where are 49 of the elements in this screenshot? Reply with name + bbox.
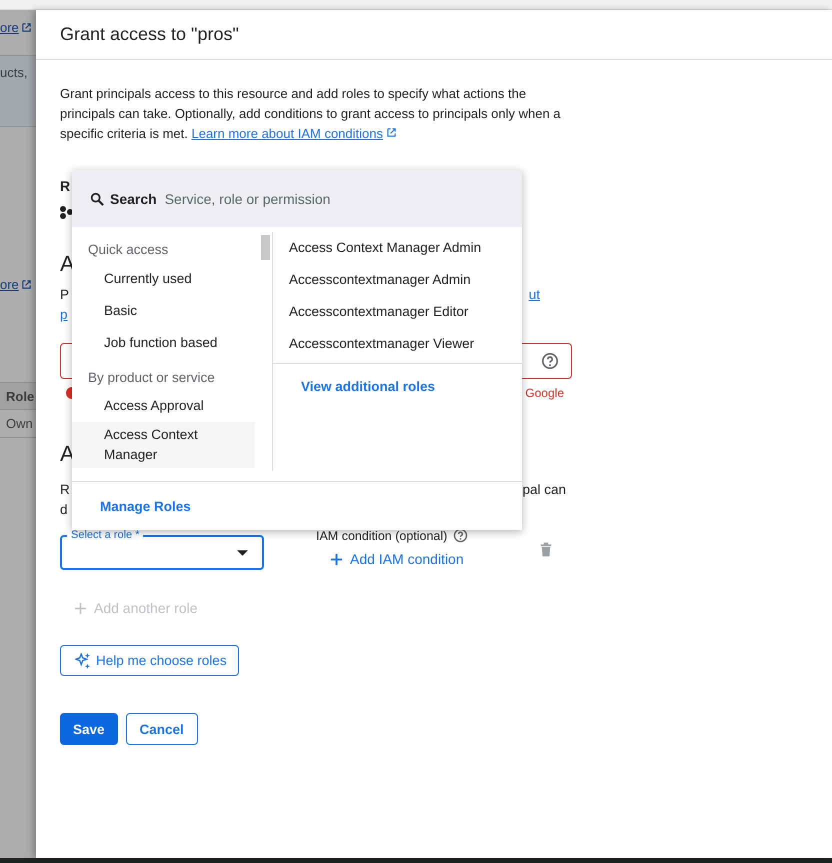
category-heading: By product or service bbox=[87, 369, 216, 387]
people-icon bbox=[60, 206, 73, 219]
external-link-icon bbox=[386, 127, 397, 138]
external-link-icon bbox=[20, 279, 32, 290]
error-text: Google bbox=[525, 385, 564, 402]
condition-label: IAM condition (optional) bbox=[316, 528, 448, 542]
role-option[interactable]: Accesscontextmanager Admin bbox=[273, 264, 522, 296]
category-item[interactable]: Currently used bbox=[72, 263, 255, 295]
learn-more-link[interactable]: ore bbox=[0, 20, 32, 35]
external-link-icon bbox=[20, 22, 32, 33]
description-text: ucts, bbox=[0, 65, 28, 80]
delete-icon[interactable] bbox=[540, 542, 552, 557]
section-text: P bbox=[60, 286, 70, 304]
help-icon[interactable] bbox=[541, 352, 559, 370]
help-choose-roles-button[interactable]: Help me choose roles bbox=[60, 645, 239, 676]
plus-icon bbox=[330, 552, 343, 566]
help-icon[interactable] bbox=[453, 528, 468, 543]
role-option[interactable]: Accesscontextmanager Viewer bbox=[273, 328, 522, 360]
description-text: Grant principals access to this resource and add roles to specify what actions the principals can take. Optionally, add conditions to grant access to principals only when a specific criteria is met. Learn more about IAM conditions bbox=[60, 85, 562, 143]
category-item[interactable]: Access Approval bbox=[72, 390, 255, 422]
text-link[interactable]: ut bbox=[528, 285, 540, 305]
section-text: R bbox=[60, 481, 70, 499]
category-item[interactable]: Job function based bbox=[72, 327, 255, 359]
text-link[interactable]: p bbox=[60, 305, 68, 325]
save-button[interactable]: Save bbox=[60, 713, 118, 745]
learn-more-link[interactable]: Learn more about IAM conditions bbox=[191, 126, 397, 141]
search-icon bbox=[90, 192, 104, 206]
cancel-button[interactable]: Cancel bbox=[126, 713, 198, 745]
manage-roles-link[interactable]: Manage Roles bbox=[100, 499, 191, 514]
plus-icon bbox=[74, 602, 87, 614]
add-condition-button[interactable]: Add IAM condition bbox=[330, 551, 464, 567]
role-option[interactable]: Accesscontextmanager Editor bbox=[273, 296, 522, 328]
search-bar: Search Service, role or permission bbox=[72, 170, 522, 227]
section-text: d bbox=[60, 501, 68, 519]
column-header: Role bbox=[6, 389, 34, 404]
section-label: R bbox=[60, 178, 72, 194]
search-field[interactable]: Service, role or permission bbox=[164, 190, 522, 206]
view-additional-roles-link[interactable]: View additional roles bbox=[301, 379, 436, 394]
table-cell: Own bbox=[6, 416, 33, 431]
category-item[interactable]: Basic bbox=[72, 295, 255, 327]
sparkle-icon bbox=[75, 652, 91, 668]
category-item[interactable]: Access Context Manager bbox=[72, 422, 255, 468]
role-option[interactable]: Access Context Manager Admin bbox=[273, 232, 522, 264]
panel-title: Grant access to "pros" bbox=[60, 24, 239, 45]
learn-more-link[interactable]: ore bbox=[0, 277, 32, 292]
section-text: pal can bbox=[522, 481, 566, 499]
scrollbar-thumb[interactable] bbox=[261, 235, 270, 260]
category-heading: Quick access bbox=[87, 241, 170, 259]
caret-icon bbox=[237, 550, 248, 556]
